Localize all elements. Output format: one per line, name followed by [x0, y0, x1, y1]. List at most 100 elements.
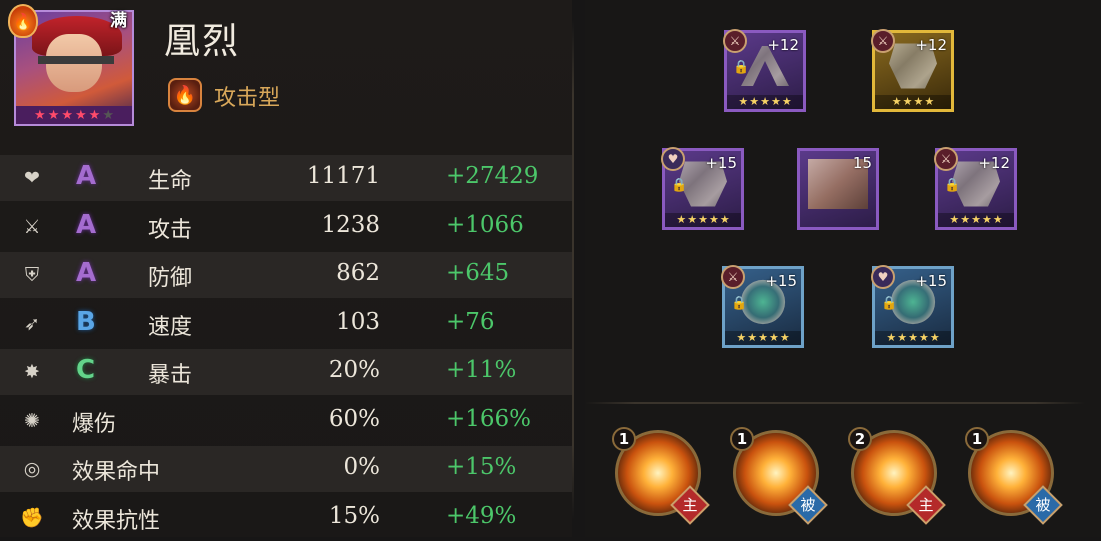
star-icon: ★ — [61, 107, 73, 123]
star-icon: ★ — [770, 95, 781, 108]
stat-row: ➶ B 速度 103 +76 — [0, 301, 572, 347]
stat-label: 暴击 — [148, 363, 193, 388]
stat-grade: B — [76, 306, 96, 337]
stat-row: ✊ 效果抗性 15% +49% — [0, 495, 572, 541]
skill-icon[interactable]: 1被 — [730, 427, 828, 525]
stat-label: 防御 — [148, 266, 193, 291]
set-sword-icon: ⚔ — [871, 29, 895, 53]
stat-row: ❤ A 生命 11171 +27429 — [0, 155, 572, 201]
equipment-slot-helmet[interactable]: +15 🔒 ♥ ★ ★ ★ ★ ★ — [661, 147, 744, 230]
equipment-star-rating: ★ ★ ★ ★ ★ — [727, 95, 803, 109]
star-icon: ★ — [971, 213, 981, 226]
attack-type-icon: 🔥 — [168, 78, 202, 112]
star-icon: ★ — [75, 107, 87, 123]
attack-type-flame-icon: 🔥 — [8, 4, 38, 38]
skill-level: 1 — [730, 427, 754, 451]
star-icon: ★ — [738, 95, 749, 108]
star-icon: ★ — [929, 331, 940, 344]
equipment-slot-ring[interactable]: +15 🔒 ⚔ ★ ★ ★ ★ ★ — [721, 265, 804, 348]
equipment-slot-necklace[interactable]: +15 🔒 ♥ ★ ★ ★ ★ ★ — [871, 265, 954, 348]
target-hit-icon: ◎ — [23, 458, 41, 480]
stat-base-value: 60% — [328, 405, 380, 432]
stat-row: ⛨ A 防御 862 +645 — [0, 252, 572, 298]
equipment-slot-boots[interactable]: +12 🔒 ⚔ ★ ★ ★ ★ ★ — [934, 147, 1017, 230]
star-icon: ★ — [924, 95, 935, 108]
panel-divider — [572, 20, 574, 520]
stat-label: 速度 — [148, 314, 193, 340]
stat-label: 攻击 — [148, 217, 193, 243]
shield-lion-icon: ⛨ — [24, 264, 40, 286]
star-icon: ★ — [992, 213, 1003, 226]
stat-bonus-value: +49% — [446, 502, 517, 529]
stat-base-value: 11171 — [306, 163, 380, 189]
equipment-level: +12 — [978, 154, 1010, 172]
character-stats-panel: ★ ★ ★ ★ ★ ★ 🔥 满 凰烈 🔥 攻击型 ❤ A 生命 11171 +27429… — [0, 0, 572, 537]
stat-base-value: 20% — [328, 357, 380, 383]
star-icon: ★ — [749, 95, 760, 108]
equipment-level: +15 — [765, 272, 797, 290]
star-icon: ★ — [747, 331, 758, 344]
star-icon: ★ — [960, 213, 971, 226]
critical-damage-icon: ✺ — [24, 409, 40, 432]
sword-icon: ⚔ — [23, 215, 41, 238]
star-icon: ★ — [708, 213, 719, 226]
equipment-star-rating: ★ ★ ★ ★ ★ — [665, 213, 741, 227]
character-name: 凰烈 — [164, 21, 241, 62]
star-icon: ★ — [902, 95, 913, 108]
star-icon: ★ — [781, 95, 792, 108]
star-icon: ★ — [676, 213, 687, 226]
set-sword-icon: ⚔ — [723, 29, 747, 53]
equipment-slot-center[interactable]: 15 — [797, 148, 879, 230]
star-icon: ★ — [981, 213, 992, 226]
stat-grade: C — [76, 355, 96, 385]
stat-base-value: 103 — [336, 308, 380, 335]
star-icon: ★ — [34, 107, 46, 123]
skill-tag-label: 被 — [800, 496, 816, 514]
skill-icon[interactable]: 1被 — [965, 427, 1063, 525]
stat-base-value: 1238 — [321, 211, 380, 238]
equipment-slot-weapon[interactable]: +12 🔒 ⚔ ★ ★ ★ ★ ★ — [723, 29, 806, 112]
set-heart-icon: ♥ — [661, 147, 685, 171]
star-icon: ★ — [886, 331, 897, 344]
lock-icon: 🔒 — [944, 178, 961, 193]
stat-row: ⚔ A 攻击 1238 +1066 — [0, 204, 572, 250]
stat-label: 生命 — [148, 169, 193, 194]
equipment-level: +15 — [915, 272, 947, 290]
portrait-headband — [38, 56, 114, 64]
equipment-star-rating: ★ ★ ★ ★ ★ — [875, 331, 951, 345]
stat-row: ✸ C 暴击 20% +11% — [0, 349, 572, 395]
lock-icon: 🔒 — [881, 296, 898, 311]
skill-icon[interactable]: 2主 — [848, 427, 946, 525]
stat-base-value: 0% — [343, 454, 381, 480]
skill-level: 1 — [612, 427, 636, 451]
portrait-star-rating: ★ ★ ★ ★ ★ ★ — [16, 106, 132, 124]
star-icon: ★ — [918, 331, 929, 344]
equipment-star-rating: ★ ★ ★ ★ — [875, 95, 951, 109]
star-icon: ★ — [736, 331, 747, 344]
character-type-label: 攻击型 — [214, 86, 281, 111]
star-icon: ★ — [949, 213, 960, 226]
equipment-level: +15 — [705, 154, 737, 172]
skill-tag-label: 被 — [1035, 496, 1051, 514]
star-icon: ★ — [687, 213, 698, 226]
star-empty-icon: ★ — [102, 107, 114, 123]
star-icon: ★ — [768, 331, 779, 344]
skill-tag-label: 主 — [682, 496, 698, 514]
stat-row: ✺ 爆伤 60% +166% — [0, 398, 572, 444]
equipment-slot-armor[interactable]: +12 ⚔ ★ ★ ★ ★ — [871, 29, 954, 112]
skill-icon[interactable]: 1主 — [612, 427, 710, 525]
star-icon: ★ — [698, 213, 708, 226]
equipment-star-rating: ★ ★ ★ ★ ★ — [725, 331, 801, 345]
stat-grade: A — [76, 209, 97, 240]
stat-label: 爆伤 — [72, 411, 117, 437]
lock-icon: 🔒 — [671, 178, 688, 193]
set-sword-icon: ⚔ — [934, 147, 958, 171]
stat-bonus-value: +645 — [446, 260, 510, 286]
stat-bonus-value: +27429 — [446, 163, 539, 189]
star-icon: ★ — [719, 213, 730, 226]
skills-divider — [585, 402, 1085, 404]
skill-level: 2 — [848, 427, 872, 451]
star-icon: ★ — [47, 107, 60, 123]
stat-grade: A — [76, 258, 97, 288]
star-icon: ★ — [760, 95, 770, 108]
